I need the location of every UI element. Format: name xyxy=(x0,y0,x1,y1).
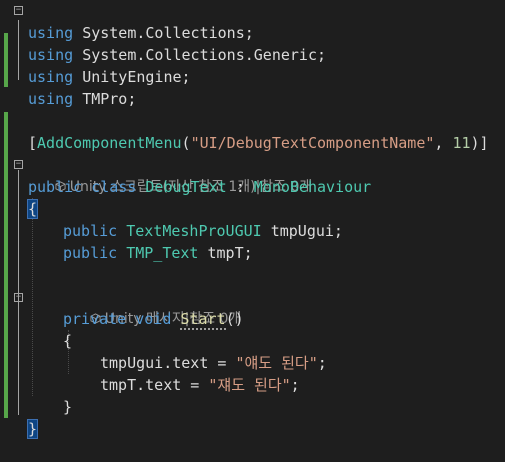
code-line-class: public class DebugText : MonoBehaviour xyxy=(0,154,505,196)
field-name: tmpT; xyxy=(198,244,253,262)
code-line-4: using TMPro; xyxy=(0,66,505,108)
codelens-class[interactable]: Unity 스크립트(자산 참조 1개)|참조 0개 xyxy=(0,132,505,195)
keyword: using xyxy=(28,90,74,108)
code-line-1: using System.Collections; xyxy=(0,0,505,42)
code-line-method-close: } xyxy=(0,374,505,416)
namespace: TMPro; xyxy=(82,90,137,108)
keyword-public: public xyxy=(63,244,118,262)
code-line-field-1: public TextMeshProUGUI tmpUgui; xyxy=(0,198,505,240)
code-line-statement-2: tmpT.text = "쟤도 된다"; xyxy=(0,352,505,394)
brace-highlight-close: } xyxy=(26,419,39,439)
code-line-method: private void Start() xyxy=(0,286,505,330)
code-line-method-open: { xyxy=(0,308,505,350)
codelens-method[interactable]: Unity 메시지|참조 0개 xyxy=(0,264,505,327)
code-line-statement-1: tmpUgui.text = "얘도 된다"; xyxy=(0,330,505,372)
code-line-2: using System.Collections.Generic; xyxy=(0,22,505,64)
code-line-class-close: } xyxy=(0,396,505,439)
code-line-3: using UnityEngine; xyxy=(0,44,505,86)
code-editor[interactable]: using System.Collections; using System.C… xyxy=(0,0,505,439)
code-line-attribute: [AddComponentMenu("UI/DebugTextComponent… xyxy=(0,110,505,152)
code-line-field-2: public TMP_Text tmpT; xyxy=(0,220,505,262)
field-type: TMP_Text xyxy=(126,244,199,262)
code-line-class-open: { xyxy=(0,176,505,219)
